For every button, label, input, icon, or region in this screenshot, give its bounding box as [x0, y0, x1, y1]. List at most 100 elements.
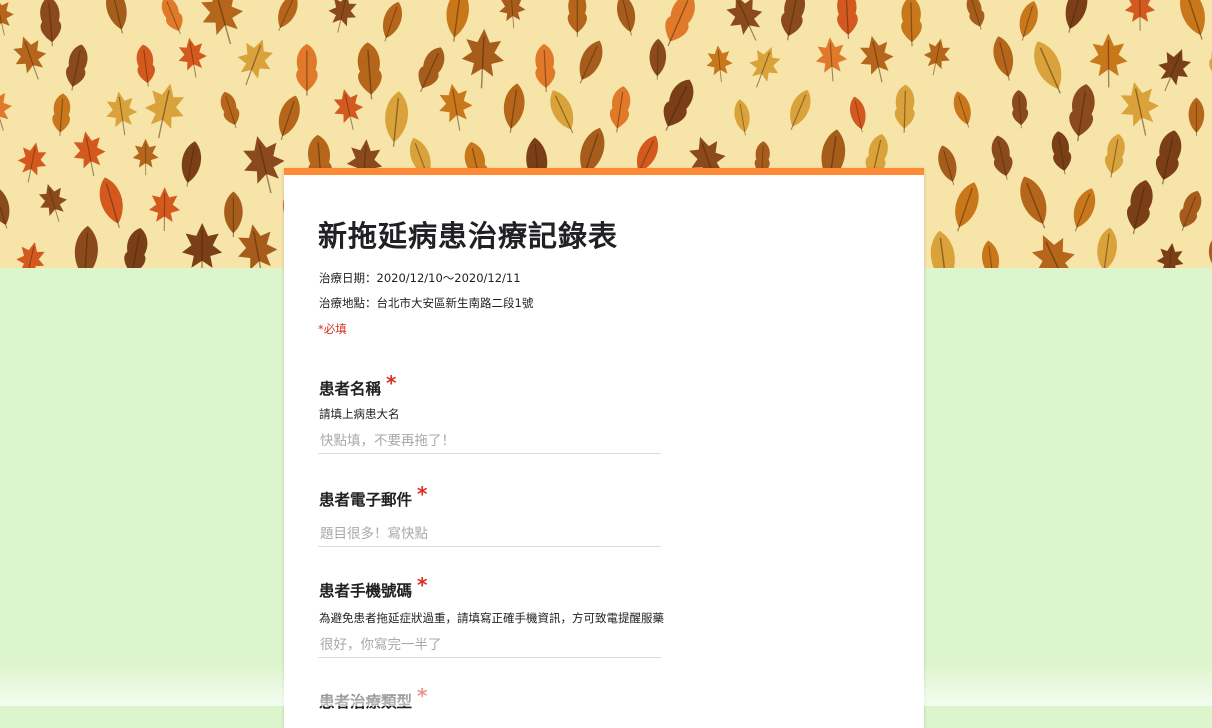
question-label: 患者名稱 [319, 380, 382, 398]
question-label: 患者電子郵件 [319, 491, 413, 509]
leaf-decoration [201, 0, 244, 45]
required-asterisk: * [417, 684, 428, 708]
leaf-decoration [1051, 131, 1072, 175]
leaf-decoration [461, 28, 504, 89]
leaf-decoration [938, 145, 957, 186]
question-label: 患者治療類型 [319, 693, 413, 711]
question-label: 患者手機號碼 [319, 582, 413, 600]
leaf-decoration [181, 141, 202, 187]
question-title-patient-phone: 患者手機號碼 * [319, 573, 427, 601]
leaf-decoration [894, 84, 915, 133]
leaf-decoration [649, 38, 667, 80]
leaf-decoration [609, 86, 631, 133]
leaf-decoration [1188, 97, 1205, 136]
leaf-decoration [837, 0, 858, 40]
leaf-decoration [124, 228, 148, 268]
leaf-decoration [1012, 90, 1029, 129]
leaf-decoration [0, 88, 12, 131]
leaf-decoration [161, 0, 183, 35]
leaf-decoration [446, 0, 469, 42]
leaf-decoration [1158, 49, 1192, 92]
leaf-decoration [1065, 0, 1088, 33]
leaf-decoration [849, 96, 866, 133]
leaf-decoration [663, 79, 694, 131]
leaf-decoration [238, 224, 278, 268]
leaf-decoration [1031, 235, 1075, 268]
leaf-decoration [901, 0, 922, 47]
leaf-decoration [144, 83, 185, 139]
leaf-decoration [1120, 81, 1160, 136]
leaf-decoration [579, 40, 603, 84]
leaf-decoration [13, 36, 47, 80]
question-title-treatment-type: 患者治療類型 * [319, 684, 427, 712]
leaf-decoration [1019, 1, 1038, 41]
leaf-decoration [40, 0, 62, 47]
leaf-decoration [734, 99, 750, 136]
leaf-decoration [1208, 237, 1212, 268]
leaf-decoration [17, 142, 47, 183]
leaf-decoration [149, 187, 180, 231]
leaf-decoration [66, 44, 88, 91]
required-asterisk: * [386, 371, 397, 395]
leaf-decoration [385, 91, 409, 147]
leaf-decoration [616, 0, 636, 36]
leaf-decoration [923, 38, 951, 76]
patient-email-input[interactable] [318, 521, 661, 547]
leaf-decoration [665, 0, 695, 47]
leaf-decoration [418, 47, 445, 93]
leaf-decoration [383, 1, 402, 42]
leaf-decoration [1124, 0, 1156, 31]
required-note: *必填 [318, 322, 347, 336]
leaf-decoration [1209, 40, 1212, 76]
question-description-patient-phone: 為避免患者拖延症狀過重，請填寫正確手機資訊，方可致電提醒服藥 [319, 611, 664, 625]
leaf-decoration [1156, 242, 1184, 268]
question-description-patient-name: 請填上病患大名 [319, 407, 400, 421]
leaf-decoration [953, 91, 971, 128]
leaf-decoration [1179, 190, 1202, 231]
leaf-decoration [178, 37, 207, 78]
leaf-decoration [1089, 33, 1128, 88]
leaf-decoration [278, 0, 298, 32]
form-card: 新拖延病患治療記錄表 治療日期：2020/12/10～2020/12/11 治療… [284, 168, 924, 728]
leaf-decoration [132, 138, 159, 176]
leaf-decoration [1155, 130, 1182, 185]
leaf-decoration [991, 135, 1013, 180]
question-title-patient-name: 患者名稱 * [319, 371, 396, 399]
leaf-decoration [1180, 0, 1205, 40]
leaf-decoration [1034, 41, 1062, 94]
leaf-decoration [790, 89, 811, 131]
leaf-decoration [535, 44, 556, 92]
leaf-decoration [106, 0, 127, 34]
leaf-decoration [99, 177, 123, 228]
patient-phone-input[interactable] [318, 632, 661, 658]
leaf-decoration [1097, 227, 1117, 268]
leaf-decoration [52, 93, 71, 137]
leaf-decoration [706, 45, 733, 83]
patient-name-input[interactable] [318, 428, 661, 454]
leaf-decoration [0, 185, 10, 229]
leaf-decoration [328, 0, 357, 33]
leaf-decoration [503, 83, 525, 133]
leaf-decoration [1104, 133, 1125, 178]
leaf-decoration [357, 42, 382, 100]
leaf-decoration [1069, 84, 1095, 142]
leaf-decoration [815, 37, 848, 82]
leaf-decoration [74, 225, 98, 268]
leaf-decoration [136, 44, 155, 87]
required-asterisk: * [417, 573, 428, 597]
leaf-decoration [296, 43, 318, 96]
leaf-decoration [16, 241, 45, 268]
leaf-decoration [966, 0, 985, 30]
leaf-decoration [224, 191, 243, 238]
leaf-decoration [243, 136, 285, 194]
leaf-decoration [781, 0, 805, 41]
leaf-decoration [930, 230, 955, 268]
leaf-decoration [749, 46, 781, 88]
leaf-decoration [499, 0, 526, 29]
leaf-decoration [0, 0, 14, 36]
leaf-decoration [567, 0, 587, 37]
leaf-decoration [955, 182, 979, 232]
form-title: 新拖延病患治療記錄表 [318, 219, 619, 253]
leaf-decoration [278, 95, 300, 141]
form-description-location: 治療地點：台北市大安區新生南路二段1號 [319, 296, 534, 310]
